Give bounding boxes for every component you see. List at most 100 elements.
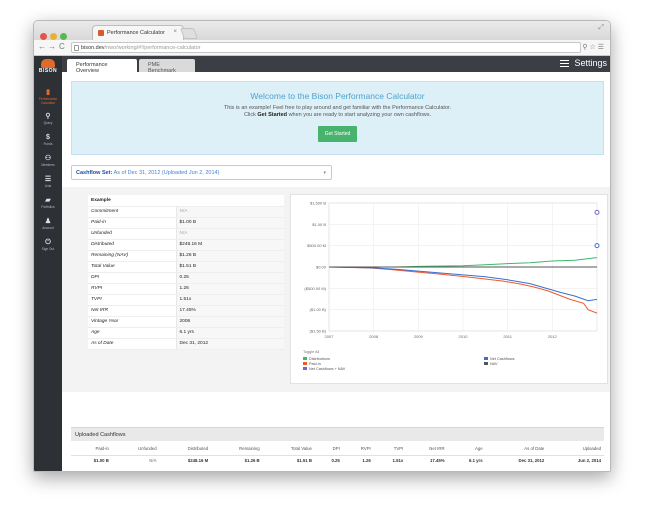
sidebar-item-account[interactable]: ♟ Account bbox=[34, 217, 62, 230]
legend-toggle-all: Toggle All bbox=[303, 350, 319, 354]
welcome-line-2-bold: Get Started bbox=[257, 112, 288, 118]
stats-key: Paid-in bbox=[88, 217, 176, 229]
legend-swatch bbox=[484, 362, 488, 365]
dollar-icon: $ bbox=[46, 134, 50, 141]
url-input[interactable]: bison.dev/nwo/working/#!/performance-cal… bbox=[71, 42, 581, 53]
new-tab-button[interactable] bbox=[179, 28, 199, 39]
y-tick-label: $500.00 M bbox=[307, 243, 326, 248]
stats-value: $1.26 B bbox=[175, 250, 284, 262]
stats-key: Net IRR bbox=[88, 305, 176, 317]
tab-performance-overview[interactable]: Performance Overview bbox=[67, 59, 137, 74]
favicon-icon bbox=[98, 30, 104, 36]
legend-swatch bbox=[484, 357, 488, 360]
sidebar-item-funds[interactable]: $ Funds bbox=[34, 133, 62, 146]
stats-row: Paid-in $1.00 B bbox=[88, 217, 284, 229]
x-tick-label: 2009 bbox=[414, 334, 424, 339]
y-tick-label: ($500.00 M) bbox=[304, 286, 326, 291]
legend-label: Distributions bbox=[309, 357, 330, 361]
fullscreen-icon[interactable]: ⤢ bbox=[598, 24, 604, 32]
power-icon: ⏻ bbox=[45, 239, 51, 246]
stats-row: Total Value $1.51 B bbox=[88, 261, 284, 273]
sidebar-item-label: Funds bbox=[43, 142, 53, 146]
stats-key: Unfunded bbox=[88, 228, 176, 240]
data-point-marker bbox=[594, 243, 600, 249]
stats-key: Remaining (NAV) bbox=[88, 250, 176, 262]
users-icon: ⚇ bbox=[44, 155, 52, 162]
browser-menu-icons[interactable]: ⚲☆☰ bbox=[582, 43, 606, 51]
y-tick-label: $1.00 B bbox=[312, 222, 326, 227]
column-header: As of Date bbox=[485, 443, 548, 456]
sidebar-item-label: Query bbox=[43, 121, 53, 125]
legend-label: Net Cashflows + NAV bbox=[309, 367, 346, 371]
bar-chart-icon: ▮ bbox=[46, 89, 50, 96]
browser-tab[interactable]: Performance Calculator × bbox=[92, 25, 184, 40]
browser-titlebar: Performance Calculator × ⤢ bbox=[34, 21, 610, 40]
browser-window: Performance Calculator × ⤢ ← → C bison.d… bbox=[33, 20, 611, 472]
stats-row: RVPI 1.26 bbox=[88, 283, 284, 295]
sidebar-item-sign-out[interactable]: ⏻ Sign Out bbox=[34, 238, 62, 251]
sidebar-item-lists[interactable]: ☰ Lists bbox=[34, 175, 62, 188]
minimize-window-button[interactable] bbox=[50, 33, 57, 40]
logo-text: BISON bbox=[38, 68, 58, 74]
welcome-text: This is an example! Feel free to play ar… bbox=[72, 105, 603, 119]
sidebar: BISON ▮ Performance Calculator ⚲ Query $… bbox=[34, 56, 62, 471]
bison-logo[interactable]: BISON bbox=[37, 59, 59, 79]
uploaded-cashflows-table: Paid-in Unfunded Distributed Remaining Total… bbox=[71, 443, 604, 466]
url-path: /nwo/working/#!/performance-calculator bbox=[104, 45, 201, 51]
stats-key: RVPI bbox=[88, 283, 176, 295]
reload-icon[interactable]: C bbox=[59, 42, 65, 51]
uploaded-header-row: Paid-in Unfunded Distributed Remaining Total… bbox=[71, 443, 604, 456]
get-started-button[interactable]: Get Started bbox=[317, 126, 358, 142]
welcome-line-2-pre: Click bbox=[243, 112, 258, 118]
chart-svg: $1,500 B $1.00 B $500.00 M $0.00 ($500.00 M)… bbox=[303, 201, 600, 371]
stats-row: Net IRR 17.45% bbox=[88, 305, 284, 317]
y-tick-label: $1,500 B bbox=[310, 201, 326, 206]
forward-icon[interactable]: → bbox=[48, 42, 56, 51]
overview-panel: Example Commitment N/A Paid-in $1.00 B Unfun… bbox=[62, 187, 610, 392]
menu-icon bbox=[560, 58, 570, 69]
uploaded-cashflows-header: Uploaded Cashflows bbox=[71, 427, 604, 441]
stats-value: 1.51x bbox=[175, 294, 284, 306]
user-icon: ♟ bbox=[44, 218, 52, 225]
stats-key: TVPI bbox=[88, 294, 176, 306]
stats-value: N/A bbox=[175, 206, 284, 218]
settings-button[interactable]: Settings bbox=[560, 58, 607, 69]
stats-value: $1.51 B bbox=[175, 261, 284, 273]
sidebar-item-portfolios[interactable]: ▰ Portfolios bbox=[34, 196, 62, 209]
sidebar-item-members[interactable]: ⚇ Members bbox=[34, 154, 62, 167]
cashflow-chart: $1,500 B $1.00 B $500.00 M $0.00 ($500.00 M)… bbox=[290, 194, 608, 384]
sidebar-item-performance-calculator[interactable]: ▮ Performance Calculator bbox=[34, 88, 62, 105]
column-header: Net IRR bbox=[406, 443, 448, 456]
column-header: Uploaded bbox=[547, 443, 604, 456]
maximize-window-button[interactable] bbox=[60, 33, 67, 40]
stats-row: Vintage Year 2006 bbox=[88, 316, 284, 328]
cashflow-set-select[interactable]: Cashflow Set: As of Dec 31, 2012 (Upload… bbox=[71, 165, 332, 180]
table-cell: 1.26 bbox=[362, 458, 371, 464]
table-cell: $1.51 B bbox=[296, 458, 312, 464]
close-tab-icon[interactable]: × bbox=[173, 29, 177, 35]
stats-row: Distributed $248.16 M bbox=[88, 239, 284, 251]
legend-swatch bbox=[303, 362, 307, 365]
stats-row: DPI 0.25 bbox=[88, 272, 284, 284]
uploaded-data-row[interactable]: $1.00 B N/A $248.16 M $1.26 B $1.51 B 0.25 1.2… bbox=[71, 455, 604, 466]
stats-value: $1.00 B bbox=[175, 217, 284, 229]
welcome-line-1: This is an example! Feel free to play ar… bbox=[223, 105, 452, 111]
table-cell: 0.25 bbox=[331, 458, 340, 464]
welcome-line-2-post: when you are ready to start analyzing yo… bbox=[287, 112, 432, 118]
folder-icon: ▰ bbox=[45, 197, 51, 204]
legend-label: Paid-in bbox=[309, 362, 321, 366]
stats-value: 2006 bbox=[175, 316, 284, 328]
table-cell: Dec 31, 2012 bbox=[518, 458, 545, 464]
table-cell: 6.1 yrs bbox=[468, 458, 483, 464]
address-bar: ← → C bison.dev/nwo/working/#!/performan… bbox=[34, 40, 610, 56]
close-window-button[interactable] bbox=[40, 33, 47, 40]
back-icon[interactable]: ← bbox=[38, 42, 46, 51]
legend-swatch bbox=[303, 367, 307, 370]
column-header: Remaining bbox=[211, 443, 263, 456]
sidebar-item-query[interactable]: ⚲ Query bbox=[34, 112, 62, 125]
tab-pme-benchmark[interactable]: PME Benchmark bbox=[139, 59, 195, 74]
x-tick-label: 2010 bbox=[459, 334, 469, 339]
table-cell: Jun 2, 2014 bbox=[577, 458, 601, 464]
stats-row: Age 6.1 yrs bbox=[88, 327, 284, 339]
stats-row: Unfunded N/A bbox=[88, 228, 284, 240]
